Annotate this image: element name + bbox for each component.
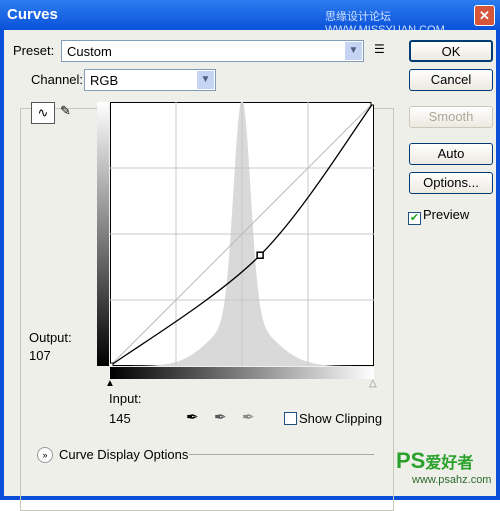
expand-chevron-icon[interactable]: » [37, 447, 53, 463]
channel-label: Channel: [28, 72, 87, 87]
white-eyedropper-icon[interactable]: ✒ [242, 408, 255, 426]
title-bar: Curves 思缘设计论坛 WWW.MISSYUAN.COM ✕ [0, 0, 500, 36]
dialog-body: Preset: Custom ▼ ☰ OK Cancel Smooth Auto… [4, 30, 496, 511]
pencil-icon[interactable]: ✎ [60, 103, 71, 119]
curve-graph[interactable] [110, 102, 374, 366]
output-value: 107 [29, 348, 51, 363]
show-clipping-checkbox[interactable]: Show Clipping [284, 411, 382, 426]
preview-label: Preview [423, 207, 470, 222]
curve-control-point[interactable] [110, 362, 114, 366]
output-label: Output: [29, 330, 72, 345]
preset-select[interactable]: Custom ▼ [61, 40, 364, 62]
options-button[interactable]: Options... [409, 172, 493, 194]
output-gradient-bar [97, 102, 109, 366]
chevron-down-icon: ▼ [345, 42, 362, 60]
curve-control-point[interactable] [370, 102, 374, 106]
gray-eyedropper-icon[interactable]: ✒ [214, 408, 227, 426]
logo: PS爱好者 [396, 448, 474, 473]
preset-label: Preset: [13, 43, 55, 58]
curve-tool-icon[interactable]: ∿ [31, 102, 55, 124]
preset-value: Custom [67, 44, 112, 59]
input-label: Input: [109, 391, 142, 406]
input-value: 145 [109, 411, 131, 426]
dialog-title: Curves [7, 6, 58, 23]
white-point-slider[interactable]: △ [369, 378, 377, 389]
preset-menu-icon[interactable]: ☰ [374, 42, 385, 56]
channel-select[interactable]: RGB ▼ [84, 69, 216, 91]
chevron-down-icon: ▼ [197, 71, 214, 89]
logo-url: www.psahz.com [412, 474, 492, 486]
black-eyedropper-icon[interactable]: ✒ [186, 408, 199, 426]
preview-checkbox[interactable]: ✔ Preview [408, 207, 469, 225]
input-gradient-bar [110, 367, 374, 379]
ok-button[interactable]: OK [409, 40, 493, 62]
curve-display-options-label[interactable]: Curve Display Options [59, 447, 188, 462]
auto-button[interactable]: Auto [409, 143, 493, 165]
cancel-button[interactable]: Cancel [409, 69, 493, 91]
checkbox-box [284, 412, 297, 425]
black-point-slider[interactable]: ▲ [105, 378, 115, 389]
divider [189, 454, 374, 455]
channel-value: RGB [90, 73, 119, 88]
curves-dialog: Curves 思缘设计论坛 WWW.MISSYUAN.COM ✕ Preset:… [0, 0, 500, 511]
show-clipping-label: Show Clipping [299, 411, 383, 426]
close-icon[interactable]: ✕ [474, 5, 495, 26]
curve-control-point[interactable] [256, 251, 264, 259]
check-icon: ✔ [408, 212, 421, 225]
smooth-button: Smooth [409, 106, 493, 128]
